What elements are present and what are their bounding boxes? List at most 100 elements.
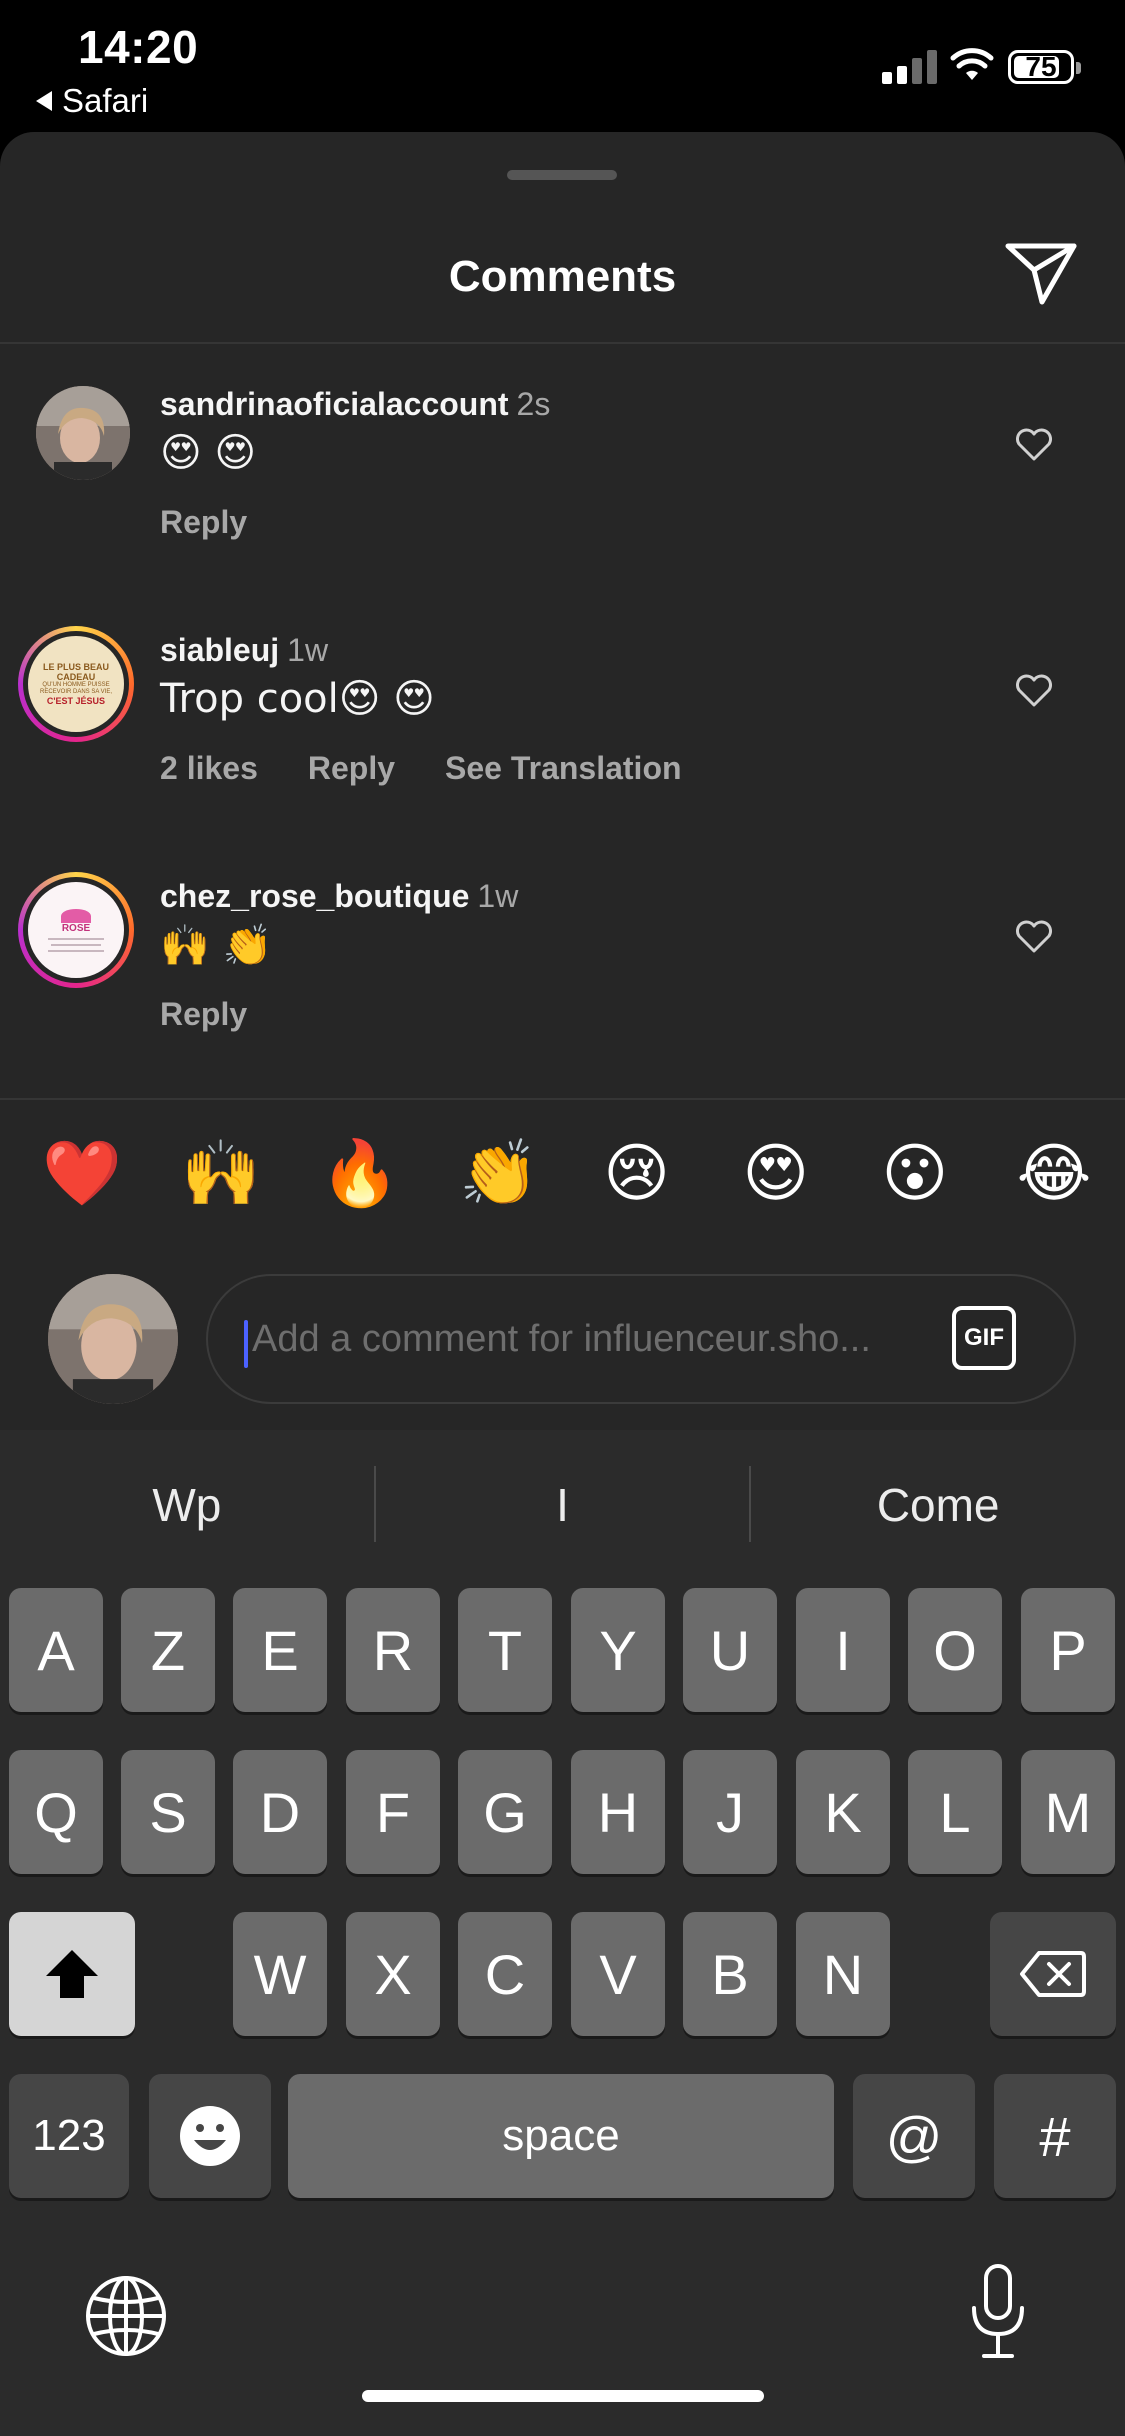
space-key[interactable]: space <box>288 2074 834 2198</box>
comment-text: 🙌 👏 <box>160 923 273 969</box>
key-h[interactable]: H <box>571 1750 665 1874</box>
key-q[interactable]: Q <box>9 1750 103 1874</box>
reaction-clapping[interactable]: 👏 <box>459 1136 539 1212</box>
key-a[interactable]: A <box>9 1588 103 1712</box>
key-r[interactable]: R <box>346 1588 440 1712</box>
avatar-text: QU'UN HOMME PUISSE RECEVOIR DANS SA VIE, <box>39 682 113 695</box>
heart-outline-icon[interactable] <box>1014 918 1054 954</box>
numbers-key[interactable]: 123 <box>9 2074 129 2198</box>
key-u[interactable]: U <box>683 1588 777 1712</box>
lotus-icon <box>61 908 91 923</box>
comment-input[interactable]: Add a comment for influenceur.sho... GIF <box>206 1274 1076 1404</box>
comment-text: 😍 😍 <box>160 430 257 476</box>
comment-time: 1w <box>477 878 519 914</box>
back-arrow-icon <box>36 91 52 111</box>
back-to-safari[interactable]: Safari <box>36 82 148 120</box>
comment-text: Trop cool😍 😍 <box>160 676 435 722</box>
comment-time: 2s <box>516 386 551 422</box>
hash-key[interactable]: # <box>994 2074 1116 2198</box>
battery-level: 75 <box>1025 51 1057 82</box>
delete-key[interactable] <box>990 1912 1116 2036</box>
cellular-signal-icon <box>882 48 938 84</box>
sheet-grabber[interactable] <box>507 170 617 180</box>
shift-arrow-icon <box>46 1950 98 1998</box>
key-n[interactable]: N <box>796 1912 890 2036</box>
gif-button[interactable]: GIF <box>952 1306 1016 1370</box>
reaction-laughing[interactable]: 😂 <box>1016 1136 1092 1212</box>
key-t[interactable]: T <box>458 1588 552 1712</box>
reactions-divider <box>0 1098 1125 1100</box>
prediction-1[interactable]: Wp <box>0 1430 374 1580</box>
heart-outline-icon[interactable] <box>1014 426 1054 462</box>
reaction-fire[interactable]: 🔥 <box>320 1136 400 1212</box>
see-translation-button[interactable]: See Translation <box>445 750 682 787</box>
home-indicator[interactable] <box>362 2390 764 2402</box>
key-w[interactable]: W <box>233 1912 327 2036</box>
key-p[interactable]: P <box>1021 1588 1115 1712</box>
back-app-label: Safari <box>62 82 149 119</box>
reaction-heart[interactable]: ❤️ <box>42 1136 122 1212</box>
key-d[interactable]: D <box>233 1750 327 1874</box>
microphone-icon[interactable] <box>966 2262 1030 2362</box>
globe-icon[interactable] <box>84 2274 168 2358</box>
key-b[interactable]: B <box>683 1912 777 2036</box>
at-key[interactable]: @ <box>853 2074 975 2198</box>
comment-item: sandrinaoficialaccount 2s 😍 😍 Reply <box>0 386 1125 586</box>
key-k[interactable]: K <box>796 1750 890 1874</box>
key-c[interactable]: C <box>458 1912 552 2036</box>
key-e[interactable]: E <box>233 1588 327 1712</box>
quick-reactions-bar: ❤️ 🙌 🔥 👏 😢 😍 😮 😂 <box>42 1136 1092 1212</box>
story-ring-avatar[interactable]: ROSE <box>18 872 134 988</box>
key-l[interactable]: L <box>908 1750 1002 1874</box>
keyboard: Wp I Come A Z E R T Y U I O P Q S D F G … <box>0 1430 1125 2436</box>
key-o[interactable]: O <box>908 1588 1002 1712</box>
key-z[interactable]: Z <box>121 1588 215 1712</box>
key-s[interactable]: S <box>121 1750 215 1874</box>
key-f[interactable]: F <box>346 1750 440 1874</box>
emoji-face-icon <box>180 2106 240 2166</box>
likes-count[interactable]: 2 likes <box>160 750 258 787</box>
avatar[interactable] <box>36 386 130 480</box>
avatar-text: C'EST JÉSUS <box>46 696 106 706</box>
sheet-title: Comments <box>448 252 677 301</box>
key-g[interactable]: G <box>458 1750 552 1874</box>
prediction-3[interactable]: Come <box>751 1430 1125 1580</box>
key-x[interactable]: X <box>346 1912 440 2036</box>
paper-plane-icon[interactable] <box>1004 240 1078 306</box>
header-divider <box>0 342 1125 344</box>
status-bar: 14:20 Safari 75 <box>0 0 1125 135</box>
backspace-icon <box>1020 1951 1086 1997</box>
story-ring-avatar[interactable]: LE PLUS BEAU CADEAU QU'UN HOMME PUISSE R… <box>18 626 134 742</box>
reply-button[interactable]: Reply <box>160 504 247 541</box>
reply-button[interactable]: Reply <box>308 750 395 787</box>
comment-username[interactable]: chez_rose_boutique <box>160 878 469 914</box>
status-time: 14:20 <box>78 21 199 73</box>
reply-button[interactable]: Reply <box>160 996 247 1033</box>
reaction-heart-eyes[interactable]: 😍 <box>738 1136 814 1212</box>
avatar-text: ROSE <box>61 922 91 934</box>
key-j[interactable]: J <box>683 1750 777 1874</box>
key-i[interactable]: I <box>796 1588 890 1712</box>
shift-key[interactable] <box>9 1912 135 2036</box>
reaction-raising-hands[interactable]: 🙌 <box>181 1136 261 1212</box>
battery-indicator: 75 <box>1008 50 1081 84</box>
reaction-crying[interactable]: 😢 <box>599 1136 675 1212</box>
text-caret <box>244 1320 248 1368</box>
wifi-icon <box>950 48 994 80</box>
emoji-key[interactable] <box>149 2074 271 2198</box>
comment-item: ROSE chez_rose_boutique 1w 🙌 👏 Reply <box>0 872 1125 1078</box>
comment-time: 1w <box>287 632 329 668</box>
comment-input-placeholder: Add a comment for influenceur.sho... <box>252 1318 871 1360</box>
key-v[interactable]: V <box>571 1912 665 2036</box>
key-y[interactable]: Y <box>571 1588 665 1712</box>
reaction-surprised[interactable]: 😮 <box>877 1136 953 1212</box>
heart-outline-icon[interactable] <box>1014 672 1054 708</box>
prediction-2[interactable]: I <box>376 1430 750 1580</box>
my-avatar <box>48 1274 178 1404</box>
comments-sheet: Comments sandrinaoficialaccount 2s 😍 😍 Re… <box>0 132 1125 1432</box>
comment-item: LE PLUS BEAU CADEAU QU'UN HOMME PUISSE R… <box>0 626 1125 832</box>
avatar-text: LE PLUS BEAU CADEAU <box>42 662 109 682</box>
comment-username[interactable]: siableuj <box>160 632 279 668</box>
key-m[interactable]: M <box>1021 1750 1115 1874</box>
comment-username[interactable]: sandrinaoficialaccount <box>160 386 509 422</box>
